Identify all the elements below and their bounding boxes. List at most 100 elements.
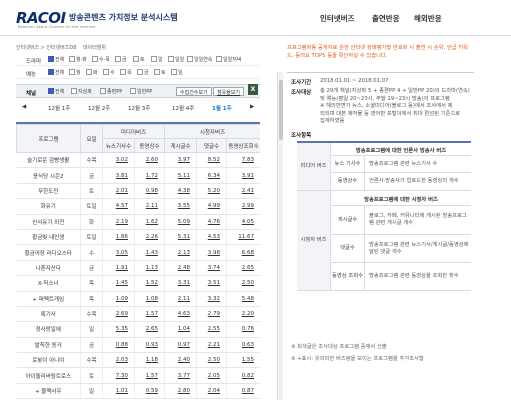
metric-value[interactable]: 2.50 [196, 352, 227, 369]
metric-value[interactable]: 5.35 [102, 321, 135, 338]
channel-opt-terrestrial[interactable]: 지상파 [71, 87, 92, 95]
program-name[interactable]: X-믹스너 [16, 275, 81, 292]
excel-icon[interactable]: X [248, 84, 258, 95]
share-view-button[interactable]: 점유율보기 [213, 87, 245, 96]
program-name[interactable]: 신서유기 외전 [16, 214, 81, 230]
metric-value[interactable]: 0.63 [226, 337, 260, 354]
col-header-views[interactable]: 동영상조회수 [225, 138, 260, 153]
metric-value[interactable]: 3.74 [196, 260, 227, 277]
metric-value[interactable]: 1.18 [134, 352, 165, 369]
nav-appearance[interactable]: 출연반응 [372, 13, 400, 24]
drama-opt-daily-evening[interactable]: 일일저녁 [216, 55, 241, 63]
metric-value[interactable]: 1.91 [102, 260, 135, 277]
metric-value[interactable]: 1.09 [102, 291, 135, 307]
metric-value[interactable]: 2.11 [134, 198, 165, 215]
metric-value[interactable]: 4.53 [196, 229, 227, 246]
ent-opt-mon[interactable]: 월 [69, 68, 81, 76]
col-header-news[interactable]: 뉴스기사수 [102, 138, 135, 153]
metric-value[interactable]: 1.04 [164, 321, 197, 338]
drama-opt-fri[interactable]: 금 [115, 55, 127, 63]
program-name[interactable]: 황금어장 라디오스타 [16, 244, 81, 261]
metric-value[interactable]: 2.80 [164, 383, 197, 400]
metric-value[interactable]: 1.45 [102, 275, 135, 292]
metric-value[interactable]: 2.65 [134, 321, 165, 338]
collection-count-button[interactable]: 수집건수보기 [176, 87, 212, 96]
ent-opt-sat[interactable]: 토 [154, 68, 166, 76]
program-name[interactable]: 무한도전 [16, 183, 81, 200]
program-name[interactable]: + 블랙사우 [16, 383, 81, 400]
metric-value[interactable]: 0.98 [134, 183, 165, 200]
ent-opt-fri[interactable]: 금 [137, 68, 149, 76]
drama-opt-daily-serial[interactable]: 일일연속 [187, 55, 212, 63]
metric-value[interactable]: 6.34 [196, 167, 227, 184]
drama-opt-monTue[interactable]: 월·화 [69, 55, 87, 63]
metric-value[interactable]: 6.68 [226, 244, 260, 261]
metric-value[interactable]: 2.05 [196, 367, 227, 384]
metric-value[interactable]: 0.97 [164, 337, 197, 354]
metric-value[interactable]: 5.31 [164, 229, 197, 246]
col-header-posts[interactable]: 게시글수 [164, 138, 197, 153]
metric-value[interactable]: 5.20 [196, 183, 227, 200]
program-name[interactable]: 발칙한 동거 [16, 337, 81, 354]
metric-value[interactable]: 1.52 [134, 275, 165, 292]
metric-value[interactable]: 2.60 [134, 152, 165, 169]
metric-value[interactable]: 3.77 [164, 367, 197, 384]
metric-value[interactable]: 2.11 [164, 291, 197, 307]
metric-value[interactable]: 3.05 [102, 244, 135, 261]
metric-value[interactable]: 4.57 [102, 198, 135, 215]
week-tab-1[interactable]: 12월 1주 [48, 104, 70, 112]
metric-value[interactable]: 1.86 [102, 229, 135, 246]
metric-value[interactable]: 2.50 [226, 275, 260, 292]
metric-value[interactable]: 3.81 [102, 167, 135, 184]
metric-value[interactable]: 5.09 [164, 214, 197, 230]
metric-value[interactable]: 2.20 [226, 306, 260, 323]
metric-value[interactable]: 0.59 [134, 383, 165, 400]
metric-value[interactable]: 2.41 [226, 183, 260, 200]
metric-value[interactable]: 3.51 [196, 275, 227, 292]
metric-value[interactable]: 1.08 [134, 291, 165, 307]
drama-opt-sat[interactable]: 토 [133, 55, 145, 63]
metric-value[interactable]: 1.55 [226, 352, 260, 369]
week-tab-5[interactable]: 1월 1주 [212, 104, 232, 112]
metric-value[interactable]: 1.57 [134, 306, 165, 323]
nav-internet-buzz[interactable]: 인터넷버즈 [320, 13, 355, 24]
program-name[interactable]: 아이돌리버링트로스 [16, 367, 81, 384]
metric-value[interactable]: 2.04 [196, 383, 227, 400]
metric-value[interactable]: 7.83 [226, 152, 260, 169]
channel-opt-general-pp[interactable]: 종편PP [100, 87, 122, 95]
ent-opt-tue[interactable]: 화 [86, 68, 98, 76]
nav-overseas[interactable]: 해외반응 [414, 13, 442, 24]
metric-value[interactable]: 3.31 [164, 275, 197, 292]
metric-value[interactable]: 3.97 [164, 152, 197, 169]
drama-opt-all[interactable]: 전체 [48, 55, 64, 63]
program-name[interactable]: 화유기 [16, 198, 81, 215]
metric-value[interactable]: 0.82 [226, 367, 260, 384]
metric-value[interactable]: 3.32 [196, 291, 227, 307]
ent-opt-sun[interactable]: 일 [171, 68, 183, 76]
metric-value[interactable]: 0.93 [134, 337, 165, 354]
metric-value[interactable]: 4.99 [196, 198, 227, 215]
week-tab-4[interactable]: 12월 4주 [172, 104, 194, 112]
metric-value[interactable]: 4.38 [164, 183, 197, 200]
metric-value[interactable]: 2.03 [102, 352, 135, 369]
metric-value[interactable]: 2.99 [226, 198, 260, 215]
col-header-comments[interactable]: 댓글수 [196, 138, 227, 153]
metric-value[interactable]: 4.05 [226, 214, 260, 230]
ent-opt-wed[interactable]: 수 [103, 68, 115, 76]
week-next-arrow-icon[interactable]: ▶ [250, 104, 254, 110]
metric-value[interactable]: 5.48 [226, 291, 260, 307]
metric-value[interactable]: 2.01 [102, 183, 135, 200]
metric-value[interactable]: 2.55 [196, 321, 227, 338]
metric-value[interactable]: 5.11 [164, 167, 197, 184]
metric-value[interactable]: 2.79 [196, 306, 227, 323]
metric-value[interactable]: 4.63 [164, 306, 197, 323]
metric-value[interactable]: 1.72 [134, 167, 165, 184]
metric-value[interactable]: 1.43 [134, 244, 165, 261]
metric-value[interactable]: 0.88 [102, 337, 135, 354]
metric-value[interactable]: 2.40 [164, 352, 197, 369]
drama-opt-wedThu[interactable]: 수·목 [92, 55, 110, 63]
program-name[interactable]: 나혼자산다 [16, 260, 81, 277]
metric-value[interactable]: 1.13 [134, 260, 165, 277]
drama-opt-daily[interactable]: 일일 [168, 55, 184, 63]
breadcrumb-path[interactable]: 인터넷버즈 > 인터넷버즈D8 [16, 45, 76, 51]
